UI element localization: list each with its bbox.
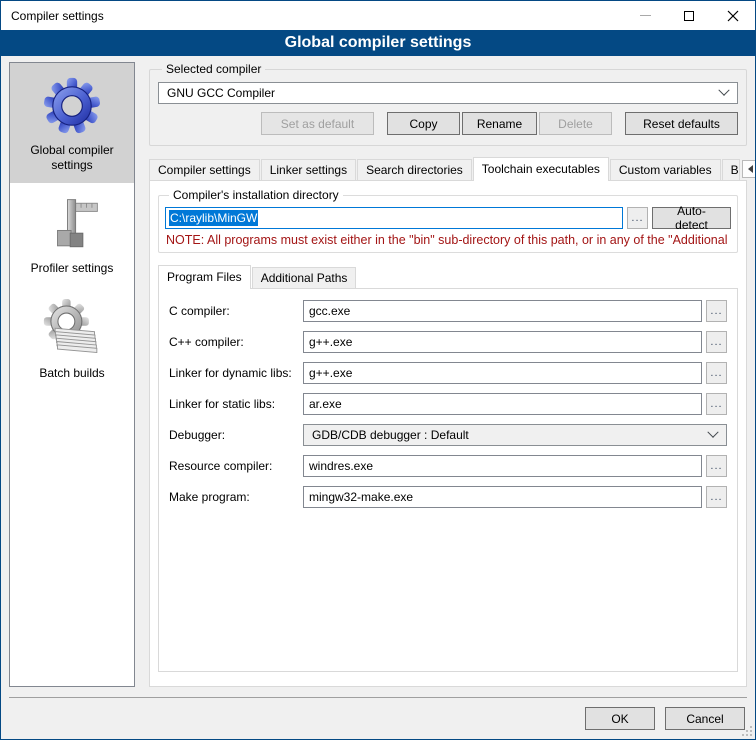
- dynamic-linker-value: g++.exe: [309, 366, 352, 380]
- debugger-select[interactable]: GDB/CDB debugger : Default: [303, 424, 727, 446]
- maximize-icon: [684, 11, 694, 21]
- tab-toolchain-executables[interactable]: Toolchain executables: [473, 157, 609, 181]
- close-icon: [727, 10, 739, 22]
- cpp-compiler-label: C++ compiler:: [169, 335, 303, 349]
- sidebar-item-label: Global compiler settings: [12, 143, 132, 173]
- close-button[interactable]: [711, 1, 755, 30]
- c-compiler-browse-button[interactable]: ...: [706, 300, 727, 322]
- chevron-down-icon: [707, 427, 718, 438]
- make-program-row: Make program: mingw32-make.exe ...: [169, 486, 727, 508]
- cpp-compiler-input[interactable]: g++.exe: [303, 331, 702, 353]
- make-program-browse-button[interactable]: ...: [706, 486, 727, 508]
- compiler-buttons-row: Set as default Copy Rename Delete Reset …: [158, 112, 738, 135]
- selected-compiler-group-label: Selected compiler: [162, 62, 265, 76]
- tab-custom-variables[interactable]: Custom variables: [610, 159, 721, 180]
- compiler-select-value: GNU GCC Compiler: [167, 86, 720, 100]
- rename-button[interactable]: Rename: [462, 112, 537, 135]
- tab-scroll-arrows: [742, 160, 756, 178]
- installation-directory-browse-button[interactable]: ...: [627, 207, 648, 229]
- sidebar-item-batch-builds[interactable]: Batch builds: [10, 286, 134, 391]
- caption-buttons: [623, 1, 755, 30]
- program-tabbar: Program Files Additional Paths: [158, 264, 738, 288]
- installation-directory-input[interactable]: C:\raylib\MinGW: [165, 207, 623, 229]
- gear-blue-icon: [42, 76, 102, 136]
- dynamic-linker-row: Linker for dynamic libs: g++.exe ...: [169, 362, 727, 384]
- installation-directory-group: Compiler's installation directory C:\ray…: [158, 188, 738, 253]
- debugger-label: Debugger:: [169, 428, 303, 442]
- dynamic-linker-label: Linker for dynamic libs:: [169, 366, 303, 380]
- page-title: Global compiler settings: [1, 30, 755, 56]
- set-as-default-button[interactable]: Set as default: [261, 112, 374, 135]
- settings-category-list: Global compiler settings: [9, 62, 135, 687]
- debugger-row: Debugger: GDB/CDB debugger : Default: [169, 424, 727, 446]
- arrow-left-icon: [748, 165, 753, 173]
- installation-directory-group-label: Compiler's installation directory: [169, 188, 343, 202]
- tab-additional-paths[interactable]: Additional Paths: [252, 267, 357, 288]
- minimize-button[interactable]: [623, 1, 667, 30]
- c-compiler-label: C compiler:: [169, 304, 303, 318]
- ok-button[interactable]: OK: [585, 707, 655, 730]
- minimize-icon: [640, 15, 651, 16]
- static-linker-browse-button[interactable]: ...: [706, 393, 727, 415]
- dynamic-linker-input[interactable]: g++.exe: [303, 362, 702, 384]
- sidebar-item-profiler-settings[interactable]: Profiler settings: [10, 183, 134, 286]
- settings-tabbar: Compiler settings Linker settings Search…: [149, 156, 747, 180]
- tab-build-options[interactable]: Builc: [722, 159, 740, 180]
- installation-directory-row: C:\raylib\MinGW ... Auto-detect: [165, 207, 731, 229]
- cancel-button[interactable]: Cancel: [665, 707, 745, 730]
- tab-scroll-left-button[interactable]: [742, 160, 756, 178]
- program-files-page: C compiler: gcc.exe ... C++ compiler: g+…: [158, 288, 738, 672]
- tab-program-files[interactable]: Program Files: [158, 265, 251, 289]
- dialog-body: Global compiler settings: [1, 56, 755, 697]
- make-program-value: mingw32-make.exe: [309, 490, 413, 504]
- sidebar-item-label: Batch builds: [39, 366, 104, 381]
- c-compiler-row: C compiler: gcc.exe ...: [169, 300, 727, 322]
- tab-search-directories[interactable]: Search directories: [357, 159, 472, 180]
- cpp-compiler-row: C++ compiler: g++.exe ...: [169, 331, 727, 353]
- compiler-select[interactable]: GNU GCC Compiler: [158, 82, 738, 104]
- c-compiler-input[interactable]: gcc.exe: [303, 300, 702, 322]
- sidebar-item-label: Profiler settings: [31, 261, 114, 276]
- resource-compiler-row: Resource compiler: windres.exe ...: [169, 455, 727, 477]
- make-program-label: Make program:: [169, 490, 303, 504]
- window-title: Compiler settings: [1, 9, 104, 23]
- titlebar: Compiler settings: [1, 1, 755, 30]
- static-linker-input[interactable]: ar.exe: [303, 393, 702, 415]
- reset-defaults-button[interactable]: Reset defaults: [625, 112, 738, 135]
- resource-compiler-label: Resource compiler:: [169, 459, 303, 473]
- debugger-value: GDB/CDB debugger : Default: [312, 428, 709, 442]
- dynamic-linker-browse-button[interactable]: ...: [706, 362, 727, 384]
- resize-grip[interactable]: [742, 726, 752, 736]
- selected-compiler-group: Selected compiler GNU GCC Compiler Set a…: [149, 62, 747, 146]
- cpp-compiler-value: g++.exe: [309, 335, 352, 349]
- bin-subdirectory-note: NOTE: All programs must exist either in …: [166, 233, 730, 247]
- chevron-down-icon: [718, 85, 729, 96]
- cpp-compiler-browse-button[interactable]: ...: [706, 331, 727, 353]
- delete-button[interactable]: Delete: [539, 112, 612, 135]
- main-panel: Selected compiler GNU GCC Compiler Set a…: [149, 62, 747, 687]
- static-linker-label: Linker for static libs:: [169, 397, 303, 411]
- tab-compiler-settings[interactable]: Compiler settings: [149, 159, 260, 180]
- resource-compiler-browse-button[interactable]: ...: [706, 455, 727, 477]
- tab-linker-settings[interactable]: Linker settings: [261, 159, 356, 180]
- installation-directory-value: C:\raylib\MinGW: [169, 210, 258, 226]
- resource-compiler-value: windres.exe: [309, 459, 373, 473]
- copy-button[interactable]: Copy: [387, 112, 460, 135]
- sidebar-item-global-compiler-settings[interactable]: Global compiler settings: [10, 63, 134, 183]
- auto-detect-button[interactable]: Auto-detect: [652, 207, 731, 229]
- c-compiler-value: gcc.exe: [309, 304, 350, 318]
- resource-compiler-input[interactable]: windres.exe: [303, 455, 702, 477]
- dialog-footer: OK Cancel: [9, 697, 747, 739]
- gear-stack-icon: [42, 299, 102, 359]
- toolchain-executables-page: Compiler's installation directory C:\ray…: [149, 180, 747, 687]
- compiler-settings-window: Compiler settings Global compiler settin…: [0, 0, 756, 740]
- maximize-button[interactable]: [667, 1, 711, 30]
- make-program-input[interactable]: mingw32-make.exe: [303, 486, 702, 508]
- caliper-icon: [43, 196, 101, 254]
- static-linker-row: Linker for static libs: ar.exe ...: [169, 393, 727, 415]
- static-linker-value: ar.exe: [309, 397, 342, 411]
